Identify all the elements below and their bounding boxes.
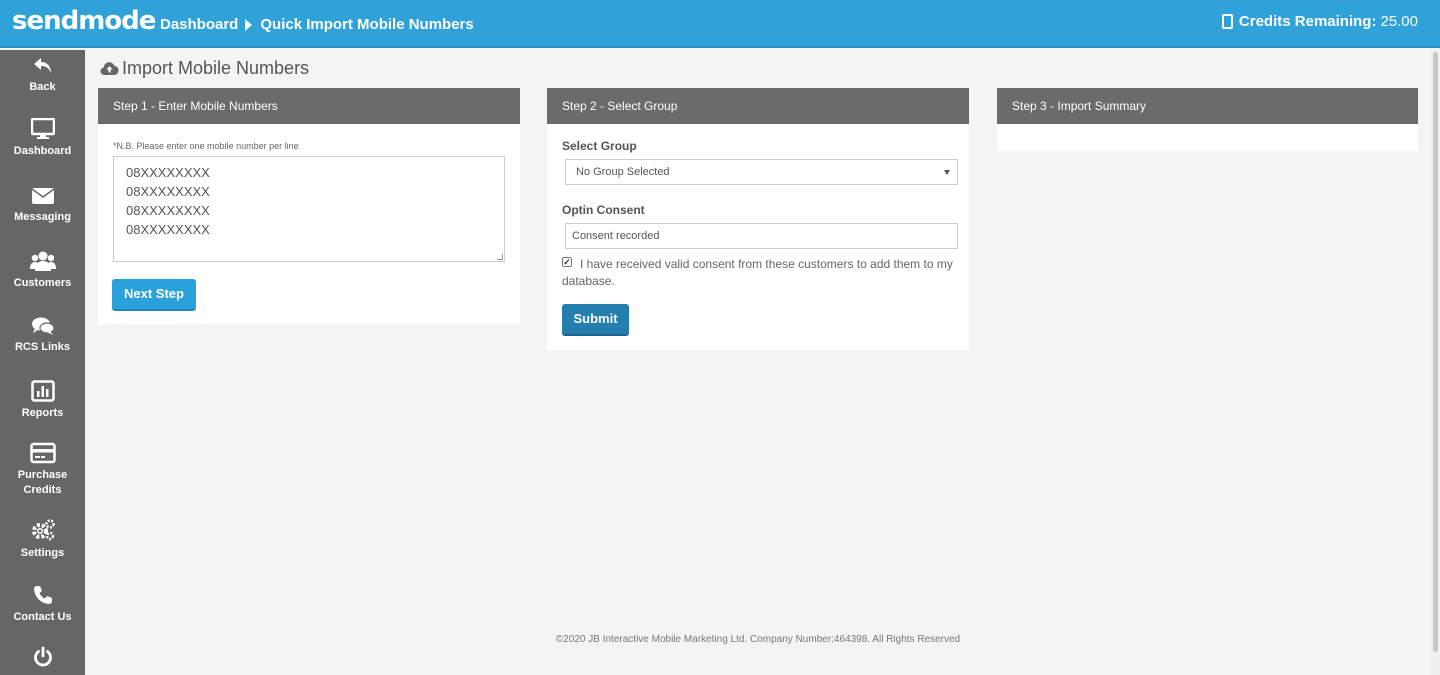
chevron-down-icon <box>944 170 950 175</box>
sidebar-item-label: Reports <box>21 407 64 419</box>
sidebar-item-label: Settings <box>20 547 65 559</box>
submit-button[interactable]: Submit <box>562 304 629 336</box>
footer-copyright: ©2020 JB Interactive Mobile Marketing Lt… <box>555 634 961 645</box>
sidebar-item-purchase-credits[interactable]: Purchase Credits <box>0 442 85 498</box>
top-bar: sendmode Dashboard Quick Import Mobile N… <box>0 0 1440 48</box>
sidebar-item-label: Contact Us <box>13 611 72 623</box>
group-select-value: No Group Selected <box>576 166 670 178</box>
sidebar-item-logout[interactable] <box>0 646 85 672</box>
sidebar-item-label: Purchase Credits <box>17 469 68 496</box>
users-icon <box>29 251 56 271</box>
power-icon <box>33 646 52 667</box>
step1-heading: Step 1 - Enter Mobile Numbers <box>98 88 520 124</box>
consent-checkbox[interactable]: ✓ <box>562 257 572 267</box>
tablet-icon <box>1221 14 1233 29</box>
breadcrumb-current: Quick Import Mobile Numbers <box>260 16 474 33</box>
phone-icon <box>33 586 52 604</box>
sidebar-item-label: Back <box>29 81 56 93</box>
credits-remaining: Credits Remaining: 25.00 <box>1221 13 1418 30</box>
gears-icon <box>31 519 55 541</box>
step3-panel: Step 3 - Import Summary <box>997 88 1418 151</box>
page-title: Import Mobile Numbers <box>100 58 309 79</box>
sidebar-item-label: Dashboard <box>13 145 72 157</box>
sidebar-item-messaging[interactable]: Messaging <box>0 186 85 225</box>
envelope-icon <box>31 188 54 204</box>
sidebar-item-customers[interactable]: Customers <box>0 250 85 291</box>
credits-label: Credits Remaining: <box>1238 13 1377 30</box>
step2-heading: Step 2 - Select Group <box>547 88 969 124</box>
sidebar-item-label: RCS Links <box>14 341 70 353</box>
resize-grip-icon[interactable] <box>497 254 503 260</box>
sidebar: Back Dashboard Messaging Customers RCS L… <box>0 50 85 675</box>
credits-value: 25.00 <box>1380 13 1418 30</box>
optin-consent-label: Optin Consent <box>562 203 645 217</box>
monitor-icon <box>30 118 55 139</box>
optin-consent-input[interactable]: Consent recorded <box>565 223 958 249</box>
page-title-text: Import Mobile Numbers <box>122 58 310 78</box>
step3-heading: Step 3 - Import Summary <box>997 88 1418 124</box>
page-scrollbar[interactable] <box>1431 50 1440 675</box>
sidebar-item-back[interactable]: Back <box>0 56 85 95</box>
next-step-button[interactable]: Next Step <box>112 279 196 311</box>
sidebar-item-dashboard[interactable]: Dashboard <box>0 118 85 159</box>
group-select[interactable]: No Group Selected <box>565 159 958 185</box>
scrollbar-thumb[interactable] <box>1433 52 1438 652</box>
breadcrumb-dashboard[interactable]: Dashboard <box>160 16 238 33</box>
numbers-note: *N.B. Please enter one mobile number per… <box>113 141 299 151</box>
sidebar-item-rcs-links[interactable]: RCS Links <box>0 316 85 355</box>
cloud-upload-icon <box>100 62 119 75</box>
step1-panel: Step 1 - Enter Mobile Numbers *N.B. Plea… <box>98 88 520 325</box>
back-arrow-icon <box>33 58 51 73</box>
sidebar-item-label: Customers <box>13 277 72 289</box>
credit-card-icon <box>29 442 56 464</box>
select-group-label: Select Group <box>562 139 637 153</box>
breadcrumb: Dashboard Quick Import Mobile Numbers <box>160 16 474 33</box>
caret-right-icon <box>245 18 253 31</box>
sidebar-item-contact-us[interactable]: Contact Us <box>0 584 85 625</box>
sidebar-item-reports[interactable]: Reports <box>0 380 85 421</box>
sidebar-item-label: Messaging <box>14 211 71 223</box>
mobile-numbers-textarea[interactable]: 08XXXXXXXX 08XXXXXXXX 08XXXXXXXX 08XXXXX… <box>113 156 505 262</box>
sendmode-logo[interactable]: sendmode <box>12 6 156 36</box>
bar-chart-icon <box>30 380 55 402</box>
sidebar-item-settings[interactable]: Settings <box>0 518 85 561</box>
step2-panel: Step 2 - Select Group Select Group No Gr… <box>547 88 969 350</box>
chat-bubbles-icon <box>31 317 55 335</box>
consent-text: I have received valid consent from these… <box>562 257 953 288</box>
